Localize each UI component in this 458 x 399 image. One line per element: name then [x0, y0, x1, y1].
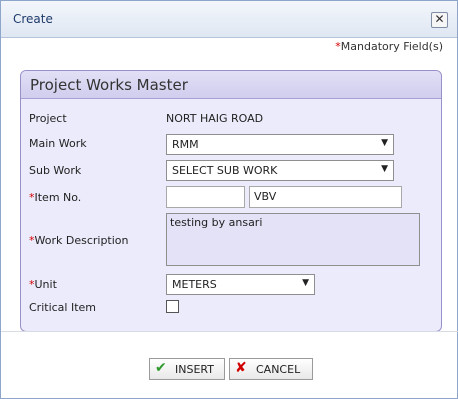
panel-title: Project Works Master — [21, 71, 441, 99]
cancel-button-label: CANCEL — [256, 363, 301, 376]
insert-button-label: INSERT — [175, 363, 214, 376]
work-description-textarea[interactable]: testing by ansari — [166, 213, 420, 266]
create-dialog: Create ✕ *Mandatory Field(s) Project Wor… — [0, 0, 458, 399]
close-icon: ✕ — [434, 12, 445, 26]
project-value: NORT HAIG ROAD — [166, 112, 264, 125]
critical-item-label: Critical Item — [29, 301, 97, 314]
chevron-down-icon: ▼ — [381, 138, 388, 148]
cancel-button[interactable]: ✘ CANCEL — [229, 358, 313, 380]
sub-work-selected: SELECT SUB WORK — [172, 164, 278, 177]
item-no-prefix-input[interactable] — [166, 186, 245, 208]
check-icon: ✔ — [155, 360, 167, 376]
main-work-selected: RMM — [172, 138, 199, 151]
chevron-down-icon: ▼ — [381, 164, 388, 174]
insert-button[interactable]: ✔ INSERT — [149, 358, 225, 380]
main-work-label: Main Work — [29, 137, 87, 150]
unit-selected: METERS — [172, 278, 217, 291]
item-no-label: *Item No. — [29, 191, 81, 204]
unit-select[interactable]: METERS ▼ — [166, 274, 315, 295]
x-icon: ✘ — [235, 360, 247, 376]
main-work-select[interactable]: RMM ▼ — [166, 134, 394, 155]
sub-work-label: Sub Work — [29, 164, 82, 177]
unit-label-text: Unit — [34, 278, 57, 291]
sub-work-select[interactable]: SELECT SUB WORK ▼ — [166, 160, 394, 181]
item-no-label-text: Item No. — [34, 191, 82, 204]
item-no-input[interactable]: VBV — [249, 186, 402, 208]
work-description-label-text: Work Description — [34, 234, 129, 247]
divider — [1, 331, 458, 332]
work-description-label: *Work Description — [29, 234, 129, 247]
mandatory-note: *Mandatory Field(s) — [335, 40, 443, 53]
project-works-panel: Project Works Master Project NORT HAIG R… — [20, 70, 442, 332]
close-button[interactable]: ✕ — [431, 12, 448, 28]
chevron-down-icon: ▼ — [302, 278, 309, 288]
dialog-title: Create — [13, 12, 53, 26]
mandatory-label: Mandatory Field(s) — [340, 40, 443, 53]
critical-item-checkbox[interactable] — [166, 300, 179, 313]
dialog-titlebar: Create ✕ — [1, 1, 457, 38]
unit-label: *Unit — [29, 278, 57, 291]
project-label: Project — [29, 112, 67, 125]
